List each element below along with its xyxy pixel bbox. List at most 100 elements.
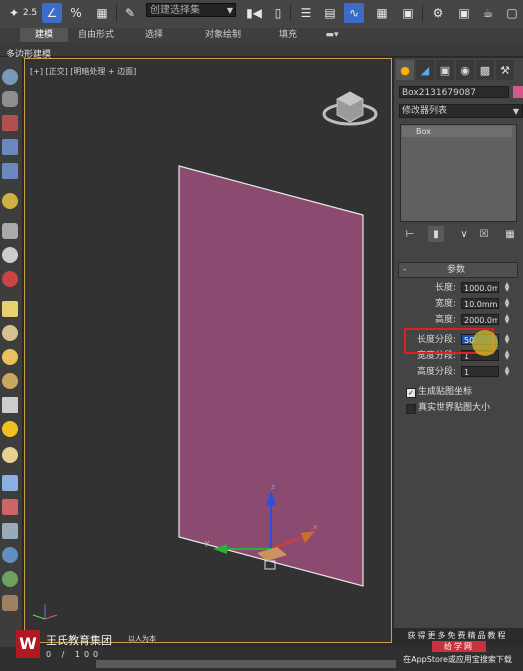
parameters-rollout-header[interactable]: - 参数 <box>398 262 518 278</box>
height-label: 高度: <box>434 315 456 325</box>
real-world-label[interactable]: 真实世界贴图大小 <box>418 402 490 415</box>
bulb-icon[interactable] <box>2 193 18 209</box>
height-field[interactable]: 2000.0mm <box>461 314 499 325</box>
graphite-toggle-icon[interactable]: ▤ <box>320 3 340 23</box>
height-segs-field[interactable]: 1 <box>461 366 499 377</box>
viewport-label[interactable]: [+] [正交] [明暗处理 + 边面] <box>30 66 136 77</box>
world-axis-y <box>32 614 46 620</box>
torus-primitive-icon[interactable] <box>2 447 18 463</box>
box-primitive-icon[interactable] <box>2 301 18 317</box>
modifier-list-dropdown[interactable]: 修改器列表 ▼ <box>399 104 523 118</box>
tab-selection[interactable]: 选择 <box>128 28 180 42</box>
cone-primitive-icon[interactable] <box>2 325 18 341</box>
pyramid-primitive-icon[interactable] <box>2 397 18 413</box>
width-field[interactable]: 10.0mm <box>461 298 499 309</box>
tab-object-paint[interactable]: 对象绘制 <box>190 28 256 42</box>
gen-mapping-label[interactable]: 生成贴图坐标 <box>418 386 472 399</box>
align-icon[interactable]: ▯ <box>268 3 288 23</box>
sphere-icon[interactable] <box>2 69 18 85</box>
chevron-down-icon: ▼ <box>226 6 233 15</box>
tab-populate[interactable]: 填充 <box>262 28 314 42</box>
pin-stack-icon[interactable]: ⊢ <box>402 226 418 242</box>
length-label: 长度: <box>434 283 456 293</box>
promo-line-1: 获得更多免费精品教程 <box>407 631 508 640</box>
height-segs-label: 高度分段: <box>416 367 456 377</box>
promo-line-3: 在AppStore或应用宝搜索下载 <box>403 655 512 664</box>
edit-named-selection-icon[interactable]: ✎ <box>120 3 140 23</box>
length-segs-spinner[interactable]: ▲ ▼ <box>503 334 511 345</box>
modify-tab-icon[interactable]: ◢ <box>416 60 434 80</box>
world-axis-x <box>44 614 58 620</box>
dots-icon[interactable] <box>2 475 18 491</box>
mirror-icon[interactable]: ▮◀ <box>244 3 264 23</box>
ribbon-panel-bar: 多边形建模 <box>0 42 523 60</box>
stack-item-box[interactable]: Box <box>402 126 512 137</box>
remove-modifier-icon[interactable]: ☒ <box>476 226 492 242</box>
snaps-toggle-icon[interactable]: 2.5 <box>20 3 40 23</box>
tab-freeform[interactable]: 自由形式 <box>68 28 124 42</box>
list-icon[interactable] <box>2 163 18 179</box>
toolbar-divider <box>422 4 423 22</box>
link-icon[interactable] <box>2 223 18 239</box>
layer-manager-icon[interactable]: ☰ <box>296 3 316 23</box>
calendar-icon[interactable] <box>2 115 18 131</box>
angle-snap-icon[interactable]: ∠ <box>42 3 62 23</box>
bone-icon[interactable] <box>2 499 18 515</box>
rendered-frame-icon[interactable]: ▣ <box>454 3 474 23</box>
teapot-primitive-icon[interactable] <box>2 373 18 389</box>
param-row-length: 长度: 1000.0mm ▲▼ <box>398 282 523 295</box>
named-selection-set-dropdown[interactable]: 创建选择集 ▼ <box>146 3 236 17</box>
watermark-slogan: 以人为本 <box>128 635 156 643</box>
width-segs-spinner[interactable]: ▲ ▼ <box>503 350 511 361</box>
width-spinner[interactable]: ▲ ▼ <box>503 298 511 309</box>
mesh-icon[interactable] <box>2 523 18 539</box>
chevron-down-icon: ▼ <box>512 107 519 116</box>
render-setup-icon[interactable]: ⚙ <box>428 3 448 23</box>
show-end-result-icon[interactable]: ▮ <box>428 226 444 242</box>
object-name-field[interactable]: Box2131679087 <box>399 86 509 98</box>
time-slider[interactable] <box>96 660 396 668</box>
schematic-view-icon[interactable]: ▦ <box>372 3 392 23</box>
length-spinner[interactable]: ▲ ▼ <box>503 282 511 293</box>
globe-icon[interactable] <box>2 547 18 563</box>
height-segs-spinner[interactable]: ▲ ▼ <box>503 366 511 377</box>
toolbar-divider <box>290 4 291 22</box>
tab-modeling[interactable]: 建模 <box>20 28 68 42</box>
promo-badge: 给学网 <box>432 641 486 652</box>
utilities-tab-icon[interactable]: ⚒ <box>496 60 514 80</box>
display-tab-icon[interactable]: ▩ <box>476 60 494 80</box>
height-spinner[interactable]: ▲ ▼ <box>503 314 511 325</box>
magnet-icon[interactable] <box>2 271 18 287</box>
percent-snap-icon[interactable]: % <box>66 3 86 23</box>
hierarchy-tab-icon[interactable]: ▣ <box>436 60 454 80</box>
animal-icon[interactable] <box>2 595 18 611</box>
param-row-height: 高度: 2000.0mm ▲▼ <box>398 314 523 327</box>
render-icon[interactable]: ☕ <box>478 3 498 23</box>
ribbon-options-icon[interactable]: ▬▾ <box>320 28 344 42</box>
viewport[interactable]: z x y <box>24 58 392 643</box>
motion-tab-icon[interactable]: ◉ <box>456 60 474 80</box>
grid-icon[interactable] <box>2 139 18 155</box>
plant-icon[interactable] <box>2 571 18 587</box>
gear-icon[interactable] <box>2 247 18 263</box>
cloud-icon[interactable] <box>2 91 18 107</box>
make-unique-icon[interactable]: ∨ <box>456 226 472 242</box>
curve-editor-icon[interactable]: ∿ <box>344 3 364 23</box>
configure-sets-icon[interactable]: ▦ <box>502 226 518 242</box>
spinner-snap-icon[interactable]: ▦ <box>92 3 112 23</box>
length-field[interactable]: 1000.0mm <box>461 282 499 293</box>
real-world-checkbox[interactable] <box>406 404 416 414</box>
main-toolbar: ✦ 2.5 ∠ % ▦ ✎ 创建选择集 ▼ ▮◀ ▯ ☰ ▤ ∿ ▦ ▣ ⚙ ▣… <box>0 0 523 29</box>
object-color-swatch[interactable] <box>513 86 523 98</box>
light-icon[interactable] <box>2 421 18 437</box>
create-tab-icon[interactable]: ● <box>396 60 414 80</box>
gen-mapping-row: ✓ 生成贴图坐标 <box>398 386 523 399</box>
modifier-stack <box>400 124 517 222</box>
gen-mapping-checkbox[interactable]: ✓ <box>406 388 416 398</box>
material-editor-icon[interactable]: ▣ <box>398 3 418 23</box>
sphere-primitive-icon[interactable] <box>2 349 18 365</box>
viewport-canvas: z x y <box>32 91 378 620</box>
render-iterative-icon[interactable]: ▢ <box>502 3 522 23</box>
watermark-company: 王氏教育集团 <box>46 634 112 647</box>
toolbar-divider <box>116 4 117 22</box>
